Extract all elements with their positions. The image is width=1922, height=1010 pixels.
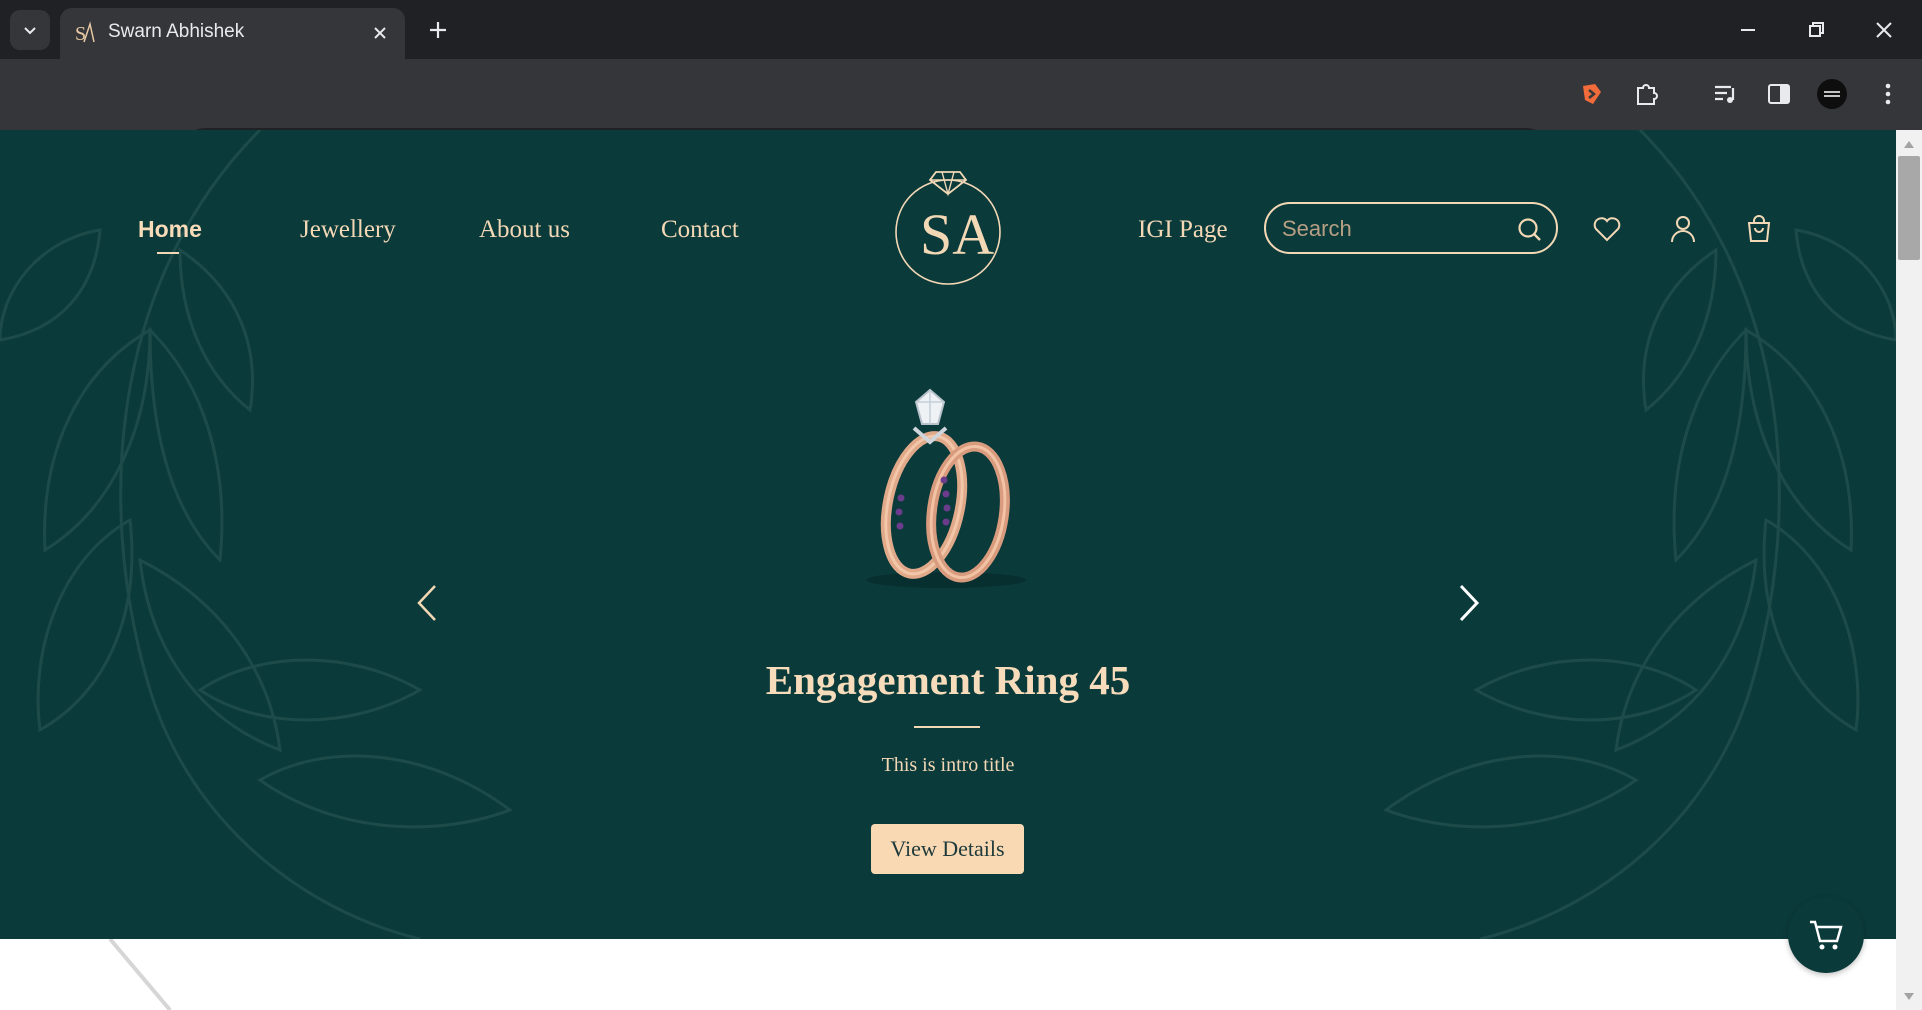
hero-subtitle: This is intro title	[881, 754, 1015, 776]
nav-jewellery[interactable]: Jewellery	[300, 216, 396, 244]
cart-icon	[1810, 920, 1843, 950]
profile-avatar-icon[interactable]	[1816, 78, 1848, 110]
minimize-icon[interactable]	[1732, 14, 1764, 46]
page-scrollbar[interactable]	[1896, 130, 1922, 1010]
logo-monogram: SA	[920, 202, 994, 267]
browser-tab-bar: S Swarn Abhishek	[0, 0, 1922, 59]
restore-icon[interactable]	[1800, 14, 1832, 46]
search-icon[interactable]	[1516, 216, 1544, 244]
heart-icon[interactable]	[1590, 212, 1624, 246]
close-tab-icon[interactable]	[369, 22, 391, 44]
media-queue-icon[interactable]	[1710, 78, 1742, 110]
product-ring-image	[866, 388, 1026, 588]
site-favicon: S	[75, 21, 95, 45]
hero-title: Engagement Ring 45	[765, 657, 1131, 703]
browser-toolbar: localhost	[0, 59, 1922, 178]
nav-contact[interactable]: Contact	[661, 216, 739, 244]
tab-title: Swarn Abhishek	[108, 21, 245, 42]
chevron-down-icon	[24, 27, 36, 35]
search-input[interactable]	[1282, 212, 1512, 246]
side-panel-icon[interactable]	[1763, 78, 1795, 110]
close-window-icon[interactable]	[1868, 14, 1900, 46]
nav-home[interactable]: Home	[138, 216, 202, 243]
chevron-left-icon[interactable]	[410, 578, 444, 628]
brand-logo[interactable]: SA	[890, 166, 1006, 286]
next-section	[0, 937, 1896, 1010]
browser-menu-icon[interactable]	[1872, 78, 1904, 110]
chevron-right-icon[interactable]	[1452, 578, 1486, 628]
scrollbar-thumb[interactable]	[1898, 156, 1920, 260]
nav-igi-page[interactable]: IGI Page	[1138, 216, 1228, 244]
floating-cart-button[interactable]	[1788, 897, 1864, 973]
user-icon[interactable]	[1666, 212, 1700, 246]
extensions-puzzle-icon[interactable]	[1630, 78, 1662, 110]
shopping-bag-icon[interactable]	[1742, 212, 1776, 246]
hero-banner: Home Jewellery About us Contact SA IGI P…	[0, 130, 1896, 939]
view-details-button[interactable]: View Details	[871, 824, 1024, 874]
page-viewport: Home Jewellery About us Contact SA IGI P…	[0, 130, 1896, 1010]
nav-about-us[interactable]: About us	[479, 216, 570, 244]
decorative-line	[108, 937, 172, 1010]
extension-brave-icon[interactable]	[1575, 78, 1607, 110]
nav-active-indicator	[157, 252, 179, 254]
title-divider	[914, 726, 980, 728]
scroll-up-icon[interactable]	[1903, 139, 1915, 149]
new-tab-icon[interactable]	[424, 16, 452, 44]
browser-tab[interactable]: S Swarn Abhishek	[60, 8, 405, 59]
search-box[interactable]	[1264, 202, 1558, 254]
tab-search-button[interactable]	[10, 10, 50, 50]
scroll-down-icon[interactable]	[1903, 992, 1915, 1002]
